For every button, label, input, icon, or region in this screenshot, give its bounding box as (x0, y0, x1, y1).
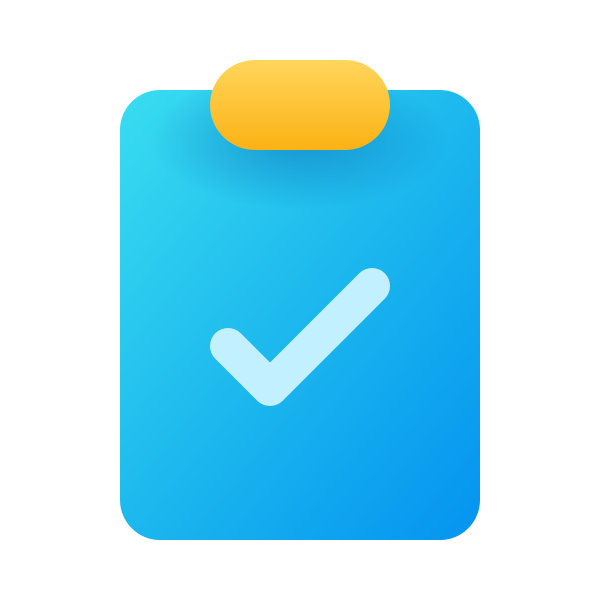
clipboard-clip (210, 60, 390, 150)
icon-canvas (0, 0, 600, 600)
clipboard-check-icon (120, 60, 480, 540)
